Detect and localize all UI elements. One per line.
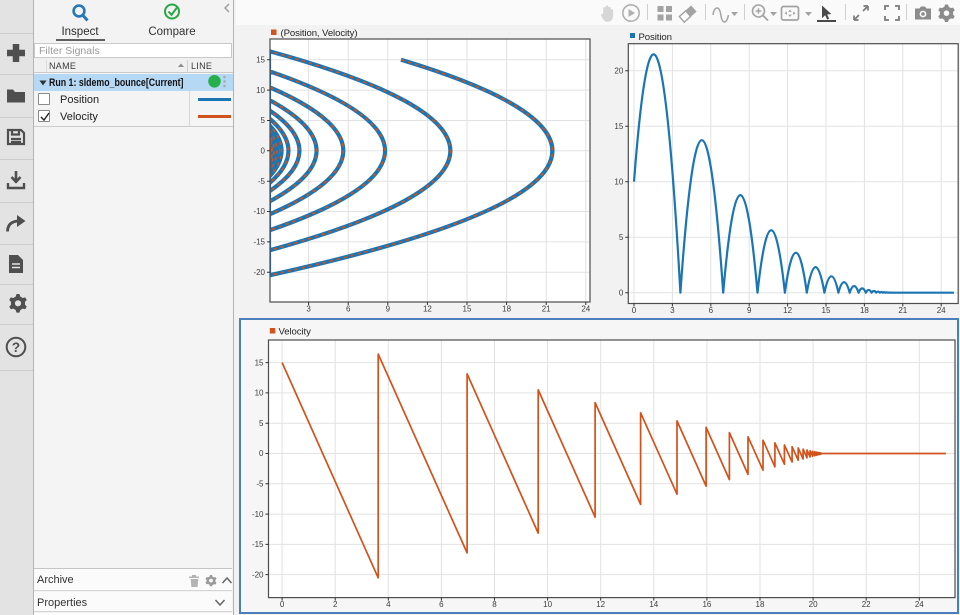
svg-text:0: 0 [261, 147, 266, 156]
svg-text:3: 3 [670, 306, 675, 315]
svg-text:18: 18 [756, 600, 765, 609]
svg-text:10: 10 [614, 177, 623, 186]
svg-text:2: 2 [333, 600, 338, 609]
svg-text:-15: -15 [252, 540, 264, 549]
svg-text:-5: -5 [256, 480, 264, 489]
svg-text:21: 21 [898, 306, 907, 315]
svg-text:Position: Position [639, 32, 672, 43]
svg-text:-10: -10 [253, 207, 265, 216]
svg-text:0: 0 [632, 306, 637, 315]
svg-text:22: 22 [862, 600, 871, 609]
svg-text:0: 0 [259, 449, 264, 458]
svg-text:15: 15 [614, 122, 623, 131]
svg-text:Velocity: Velocity [279, 327, 312, 338]
svg-text:12: 12 [423, 305, 432, 314]
svg-text:-10: -10 [252, 510, 264, 519]
svg-text:24: 24 [937, 306, 946, 315]
svg-text:15: 15 [256, 56, 265, 65]
svg-text:3: 3 [306, 305, 311, 314]
svg-text:9: 9 [386, 305, 391, 314]
svg-text:0: 0 [280, 600, 285, 609]
svg-text:20: 20 [614, 66, 623, 75]
svg-text:15: 15 [463, 305, 472, 314]
svg-text:18: 18 [502, 305, 511, 314]
svg-text:9: 9 [747, 306, 752, 315]
svg-text:15: 15 [255, 358, 264, 367]
svg-text:0: 0 [619, 288, 624, 297]
svg-text:8: 8 [492, 600, 497, 609]
svg-text:-15: -15 [253, 238, 265, 247]
svg-text:24: 24 [581, 305, 590, 314]
svg-text:5: 5 [619, 233, 624, 242]
svg-text:5: 5 [261, 116, 266, 125]
svg-text:20: 20 [809, 600, 818, 609]
svg-text:21: 21 [542, 305, 551, 314]
svg-text:10: 10 [543, 600, 552, 609]
svg-text:5: 5 [259, 419, 264, 428]
svg-text:(Position, Velocity): (Position, Velocity) [281, 28, 358, 39]
svg-text:10: 10 [256, 86, 265, 95]
svg-text:14: 14 [649, 600, 658, 609]
svg-text:15: 15 [822, 306, 831, 315]
svg-text:12: 12 [596, 600, 605, 609]
svg-text:12: 12 [783, 306, 792, 315]
svg-text:10: 10 [255, 389, 264, 398]
svg-text:24: 24 [915, 600, 924, 609]
svg-text:6: 6 [439, 600, 444, 609]
svg-text:18: 18 [860, 306, 869, 315]
svg-text:6: 6 [346, 305, 351, 314]
svg-text:-5: -5 [258, 177, 266, 186]
svg-text:-20: -20 [252, 570, 264, 579]
svg-text:-20: -20 [253, 268, 265, 277]
svg-text:4: 4 [386, 600, 391, 609]
svg-text:6: 6 [709, 306, 714, 315]
svg-text:16: 16 [702, 600, 711, 609]
